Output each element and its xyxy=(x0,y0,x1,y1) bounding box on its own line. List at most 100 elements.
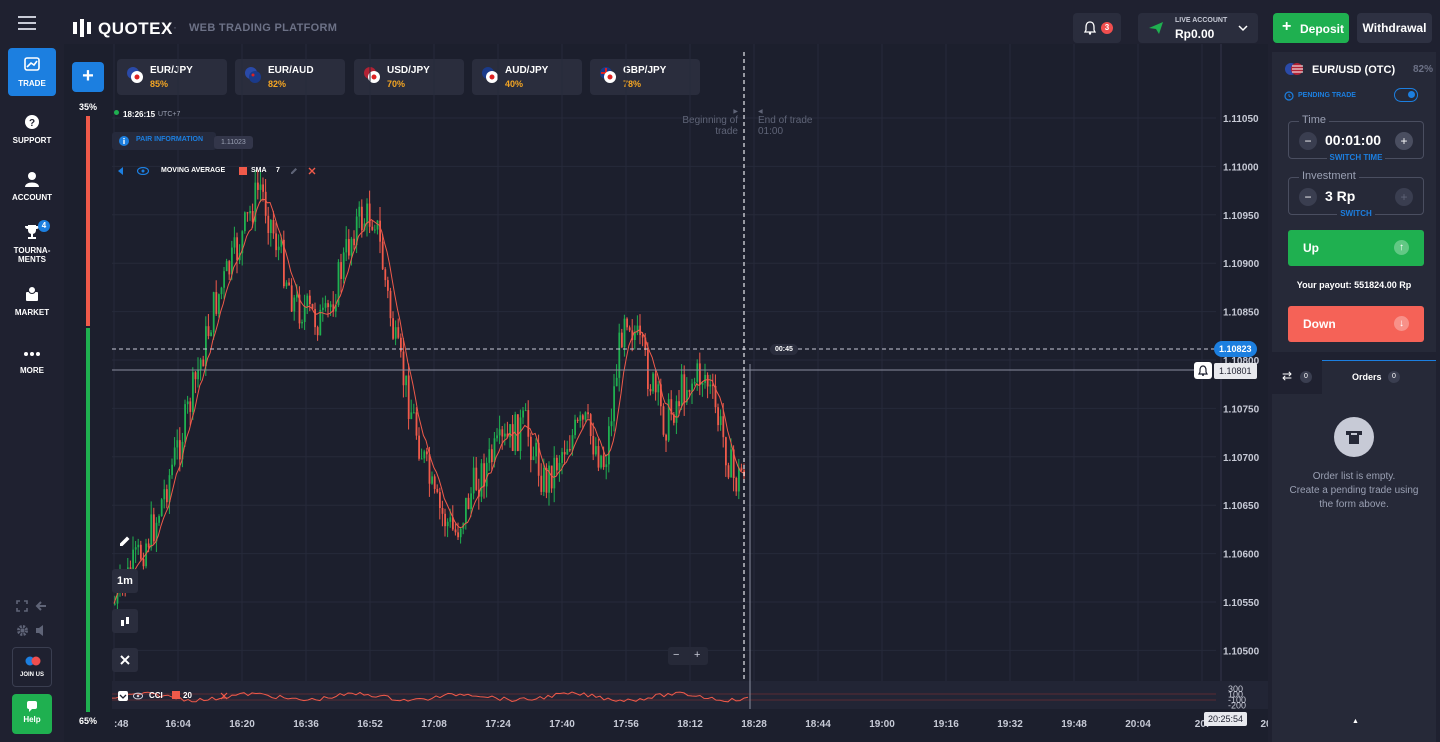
back-arrow-icon[interactable] xyxy=(35,600,47,612)
sidebar-item-market[interactable]: MARKET xyxy=(8,286,56,317)
scroll-up-icon[interactable]: ▲ xyxy=(1352,718,1359,725)
settings-icon[interactable] xyxy=(16,624,29,637)
up-button[interactable]: Up ↑ xyxy=(1288,230,1424,266)
zoom-out-button[interactable]: − xyxy=(673,649,679,661)
account-switcher[interactable]: LIVE ACCOUNT Rp0.00 xyxy=(1138,13,1258,43)
indicators-button[interactable] xyxy=(112,648,138,672)
tab-orders[interactable]: Orders 0 xyxy=(1322,360,1436,394)
candle-body xyxy=(275,233,277,251)
candle-body xyxy=(662,406,665,435)
sidebar-item-more[interactable]: MORE xyxy=(8,344,56,375)
collapse-icon[interactable] xyxy=(118,167,124,175)
menu-icon[interactable] xyxy=(18,16,36,30)
timezone-label: UTC+7 xyxy=(158,111,181,118)
sidebar-item-account[interactable]: ACCOUNT xyxy=(8,171,56,202)
join-us-button[interactable]: JOIN US xyxy=(12,647,52,687)
candle-body xyxy=(595,446,597,455)
candle-body xyxy=(322,307,324,310)
zoom-in-button[interactable]: + xyxy=(694,649,700,661)
candle-body xyxy=(626,318,628,328)
candle-body xyxy=(589,414,592,437)
sidebar-item-trade[interactable]: TRADE xyxy=(8,48,56,96)
pending-trade-toggle[interactable] xyxy=(1394,88,1418,102)
candle-body xyxy=(114,603,116,605)
notifications-button[interactable]: 3 xyxy=(1073,13,1121,43)
candle-body xyxy=(592,436,595,455)
live-dot xyxy=(114,110,119,115)
selected-asset-payout: 82% xyxy=(1413,64,1434,75)
fullscreen-icon[interactable] xyxy=(16,600,28,612)
indicator-period: 7 xyxy=(276,167,280,174)
tools-icon xyxy=(120,655,130,665)
help-button[interactable]: Help xyxy=(12,694,52,734)
candle-body xyxy=(319,309,322,336)
draw-tool-button[interactable] xyxy=(112,529,138,553)
selected-asset[interactable]: EUR/USD (OTC) xyxy=(1312,64,1395,76)
time-input[interactable]: 00:01:00 xyxy=(1325,132,1381,148)
logo-text: QUOTEX xyxy=(98,19,173,38)
candle-body xyxy=(509,424,511,438)
edit-icon[interactable] xyxy=(290,167,298,175)
time-tick-label: 17:56 xyxy=(613,719,639,730)
down-button[interactable]: Down ↓ xyxy=(1288,306,1424,342)
pair-information-button[interactable]: PAIR INFORMATION xyxy=(112,132,216,150)
switch-time-button[interactable]: SWITCH TIME xyxy=(1326,153,1386,162)
candle-body xyxy=(405,375,407,386)
candle-body xyxy=(166,489,168,503)
candle-body xyxy=(579,415,582,421)
candle-body xyxy=(519,417,522,451)
quotex-logo-icon xyxy=(73,19,91,37)
indicator-name: MOVING AVERAGE xyxy=(161,167,226,174)
clock-icon xyxy=(1284,91,1294,101)
time-tick-label: 20:04 xyxy=(1125,719,1151,730)
candle-body xyxy=(324,303,327,308)
investment-input[interactable]: 3 Rp xyxy=(1325,188,1355,204)
candle-body xyxy=(535,442,537,457)
candle-body xyxy=(561,452,563,463)
candle-body xyxy=(441,508,444,514)
bell-icon xyxy=(1198,365,1208,376)
sidebar-item-label: MARKET xyxy=(14,308,50,317)
candle-body xyxy=(722,416,725,438)
candle-body xyxy=(215,292,218,314)
platform-label: WEB TRADING PLATFORM xyxy=(189,22,338,34)
candle-body xyxy=(576,419,579,421)
sound-icon[interactable] xyxy=(35,624,48,637)
candle-body xyxy=(740,467,743,471)
sidebar-item-label: TOURNA- xyxy=(13,246,51,255)
withdrawal-button[interactable]: Withdrawal xyxy=(1357,13,1432,43)
switch-currency-button[interactable]: SWITCH xyxy=(1337,209,1375,218)
sidebar-item-tournaments[interactable]: 4 TOURNA- MENTS xyxy=(8,220,56,264)
tab-trades[interactable]: ⇄ 0 xyxy=(1272,360,1322,394)
sidebar-item-support[interactable]: ? SUPPORT xyxy=(8,114,56,145)
candle-body xyxy=(543,468,545,492)
candle-body xyxy=(277,246,280,251)
close-icon[interactable] xyxy=(308,167,316,175)
price-alert-button[interactable] xyxy=(1194,362,1212,379)
candle-body xyxy=(223,271,225,288)
candle-body xyxy=(186,401,189,405)
indicator-color-swatch[interactable] xyxy=(239,167,247,175)
deposit-button[interactable]: + Deposit xyxy=(1273,13,1349,43)
cci-color-swatch[interactable] xyxy=(172,691,180,699)
payout-label: Your payout: xyxy=(1296,280,1352,290)
candle-body xyxy=(496,435,498,439)
candle-body xyxy=(558,462,561,471)
empty-line-1: Order list is empty. xyxy=(1312,471,1396,482)
eye-icon[interactable] xyxy=(133,692,143,700)
candle-body xyxy=(163,489,166,500)
close-icon[interactable] xyxy=(220,692,228,700)
arrow-down-icon: ↓ xyxy=(1394,316,1409,331)
eye-icon[interactable] xyxy=(137,167,149,175)
candle-body xyxy=(371,226,374,230)
timeframe-button[interactable]: 1m xyxy=(112,569,138,593)
candle-body xyxy=(545,468,548,493)
cci-period: 20 xyxy=(183,691,192,700)
price-tick-label: 1.10550 xyxy=(1223,598,1260,609)
time-tick-label: 20 xyxy=(1260,719,1268,730)
orders-count: 0 xyxy=(1388,371,1400,383)
chart-type-button[interactable] xyxy=(112,609,138,633)
collapse-icon[interactable] xyxy=(118,691,128,701)
empty-line-2: Create a pending trade using xyxy=(1289,485,1419,496)
cci-indicator-bar: CCI 20 xyxy=(116,689,246,703)
